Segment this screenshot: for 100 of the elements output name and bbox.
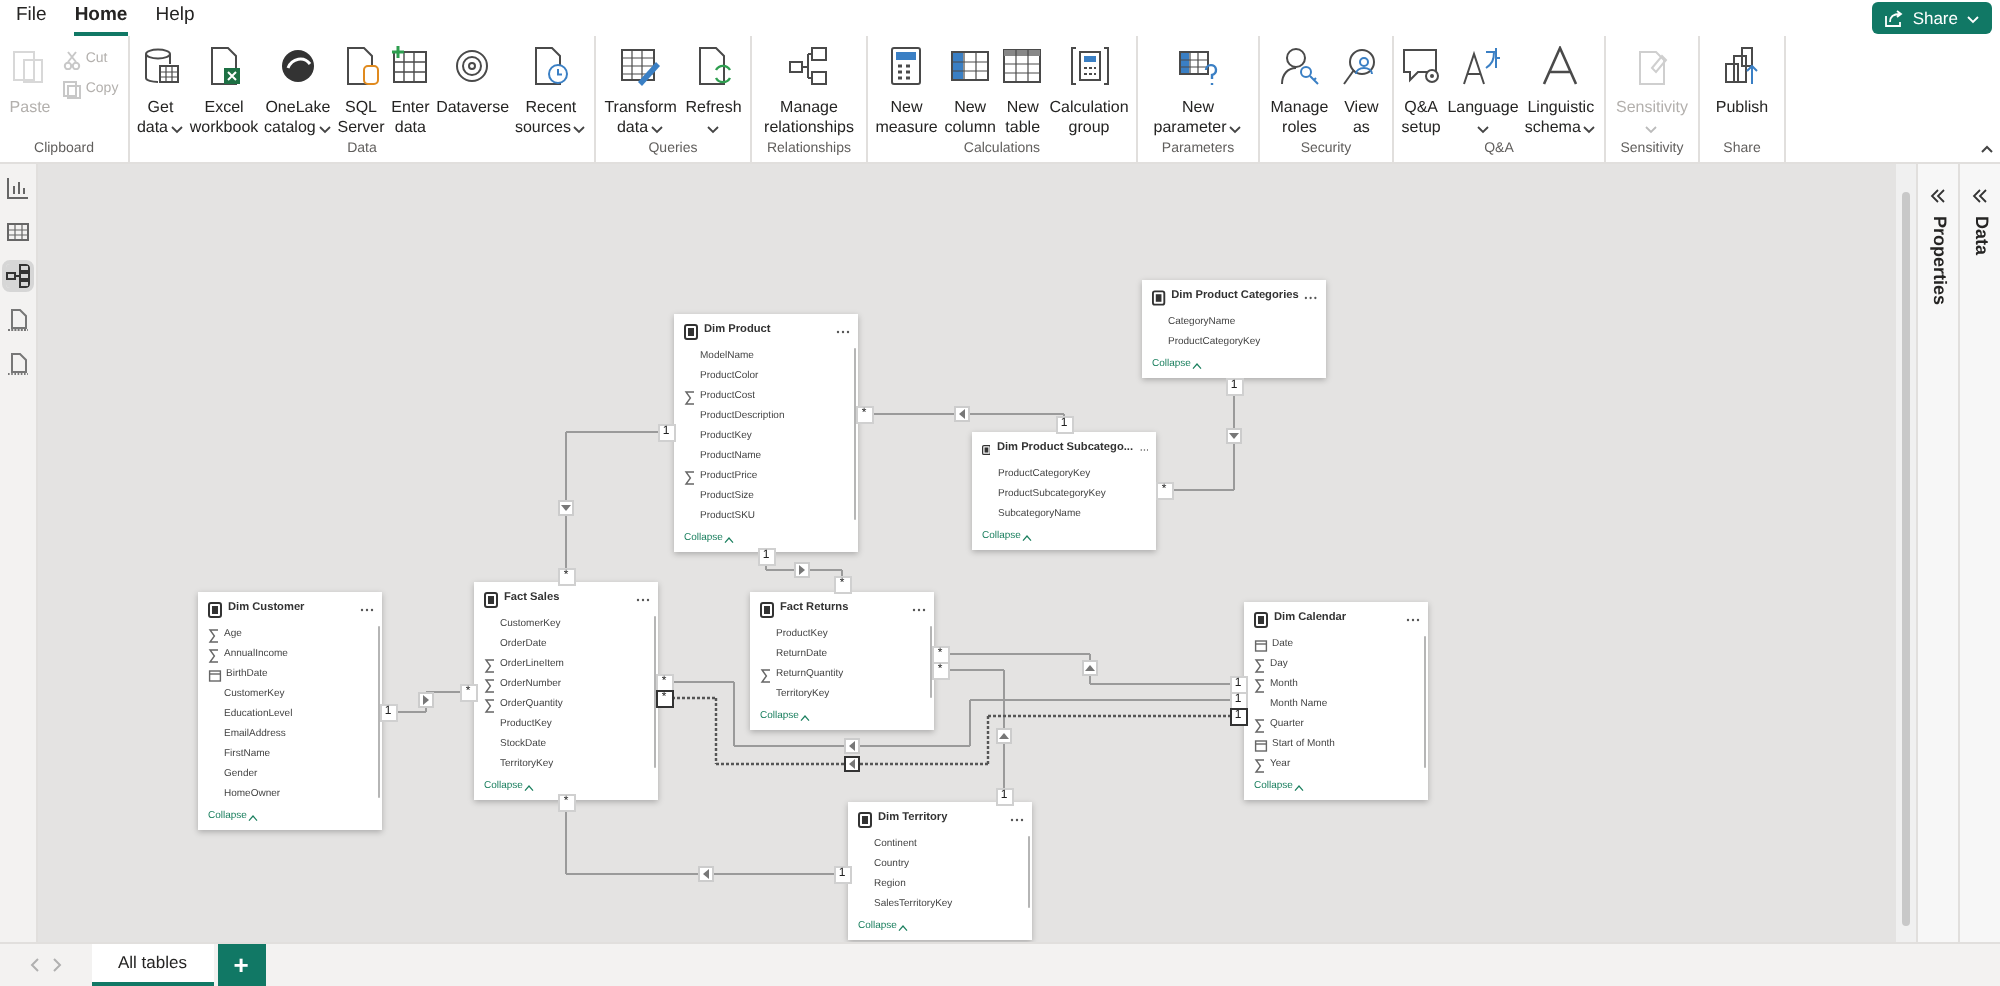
query-view-icon[interactable] (6, 308, 30, 332)
table-icon (684, 323, 698, 339)
ribbon-button[interactable]: Get data (136, 46, 185, 138)
ribbon-icon (1002, 46, 1043, 86)
scrollbar[interactable] (853, 348, 856, 520)
ribbon-icon (1540, 46, 1581, 86)
filter-direction-icon (1082, 660, 1098, 676)
ribbon-icon (1069, 46, 1110, 86)
ribbon-button[interactable]: Q&A setup (1401, 46, 1442, 138)
expand-pane-icon[interactable] (1972, 188, 1988, 204)
add-tab-button[interactable]: + (217, 944, 265, 986)
caret-icon (1582, 123, 1597, 133)
ribbon-icon (452, 46, 493, 86)
script-view-icon[interactable] (6, 352, 30, 376)
table-view-icon[interactable] (6, 220, 30, 244)
ribbon-icon (1178, 46, 1218, 86)
scrollbar[interactable] (1027, 836, 1030, 908)
calendar-icon (1254, 738, 1268, 754)
caret-icon (170, 123, 185, 133)
caret-icon (1475, 123, 1490, 133)
scroll-right-icon[interactable] (52, 958, 62, 972)
model-view-icon[interactable] (6, 264, 30, 288)
ribbon-icon (886, 46, 927, 86)
ribbon-icon (950, 46, 991, 86)
ribbon-button[interactable]: New table (1002, 46, 1043, 138)
ribbon-icon (788, 46, 829, 86)
sum-icon (684, 390, 696, 406)
calendar-icon (1254, 638, 1268, 654)
calendar-icon (208, 668, 222, 684)
filter-direction-icon (954, 406, 970, 422)
share-button[interactable]: Share (1872, 2, 1992, 34)
ribbon-button[interactable]: New column (944, 46, 996, 138)
ribbon-button[interactable]: Publish (1715, 46, 1769, 118)
scrollbar[interactable] (653, 616, 656, 768)
report-view-icon[interactable] (6, 176, 30, 200)
table-icon (208, 601, 222, 617)
scrollbar[interactable] (1423, 636, 1426, 768)
page-tab[interactable]: All tables (92, 944, 213, 986)
ribbon-button[interactable]: Manage relationships (764, 46, 854, 138)
scrollbar[interactable] (929, 626, 932, 698)
pane-tab[interactable]: Properties (1924, 216, 1952, 306)
caret-icon (524, 784, 535, 792)
ribbon-icon (390, 46, 431, 86)
ribbon-icon (530, 46, 571, 86)
scrollbar[interactable] (377, 626, 380, 798)
relationship-line[interactable] (988, 714, 1230, 718)
ribbon-icon (61, 79, 82, 100)
caret-icon (898, 924, 909, 932)
relationship-line[interactable] (860, 762, 988, 766)
pane-tab[interactable]: Data (1966, 216, 1994, 256)
sum-icon (1254, 758, 1266, 774)
caret-icon (572, 123, 587, 133)
caret-icon (248, 814, 259, 822)
ribbon-icon (1279, 46, 1320, 86)
filter-direction-icon (558, 500, 574, 516)
menu-tab[interactable]: Home (74, 2, 128, 36)
ribbon-button[interactable]: Refresh (685, 46, 742, 138)
share-icon (1884, 9, 1905, 27)
ribbon-button[interactable]: Manage roles (1270, 46, 1329, 138)
menu-tab[interactable]: Help (155, 2, 195, 36)
ribbon-button[interactable]: Linguistic schema (1524, 46, 1597, 138)
ribbon-button[interactable]: SQL Server (337, 46, 385, 138)
ribbon-button[interactable]: Dataverse (436, 46, 510, 118)
ribbon-button[interactable]: Calculation group (1049, 46, 1129, 138)
ribbon-button[interactable]: Transform data (604, 46, 677, 138)
caret-icon (317, 123, 332, 133)
expand-pane-icon[interactable] (1930, 188, 1946, 204)
caret-icon (706, 123, 721, 133)
ribbon-button[interactable]: New parameter (1153, 46, 1243, 138)
ribbon-button[interactable]: Language (1447, 46, 1519, 138)
relationship-line[interactable] (714, 698, 718, 764)
caret-icon (724, 536, 735, 544)
sum-icon (760, 668, 772, 684)
ribbon-icon (277, 46, 318, 86)
menu-tab[interactable]: File (16, 2, 47, 36)
relationship-line[interactable] (672, 696, 716, 700)
relationship-line[interactable] (716, 762, 844, 766)
filter-direction-icon (418, 692, 434, 708)
caret-icon (1022, 534, 1033, 542)
ribbon-button[interactable]: View as (1341, 46, 1382, 138)
scrollbar[interactable] (1896, 164, 1916, 942)
ribbon-button[interactable]: New measure (875, 46, 938, 138)
sum-icon (684, 470, 696, 486)
ribbon-button[interactable]: Excel workbook (189, 46, 259, 138)
ribbon-button[interactable]: Enter data (390, 46, 431, 138)
ribbon-button[interactable]: Recent sources (514, 46, 587, 138)
ribbon-icon (1401, 46, 1442, 86)
ribbon-button[interactable]: OneLake catalog (264, 46, 332, 138)
collapse-ribbon-icon[interactable] (1980, 144, 1994, 154)
table-icon (484, 591, 498, 607)
ribbon-icon (61, 50, 82, 71)
scroll-left-icon[interactable] (30, 958, 40, 972)
relationship-line[interactable] (986, 716, 990, 764)
caret-icon (1192, 362, 1203, 370)
table-icon (858, 811, 872, 827)
caret-icon (1228, 123, 1243, 133)
table-icon (760, 601, 774, 617)
table-icon (982, 441, 991, 457)
ribbon-icon (693, 46, 734, 86)
caret-icon (1294, 784, 1305, 792)
